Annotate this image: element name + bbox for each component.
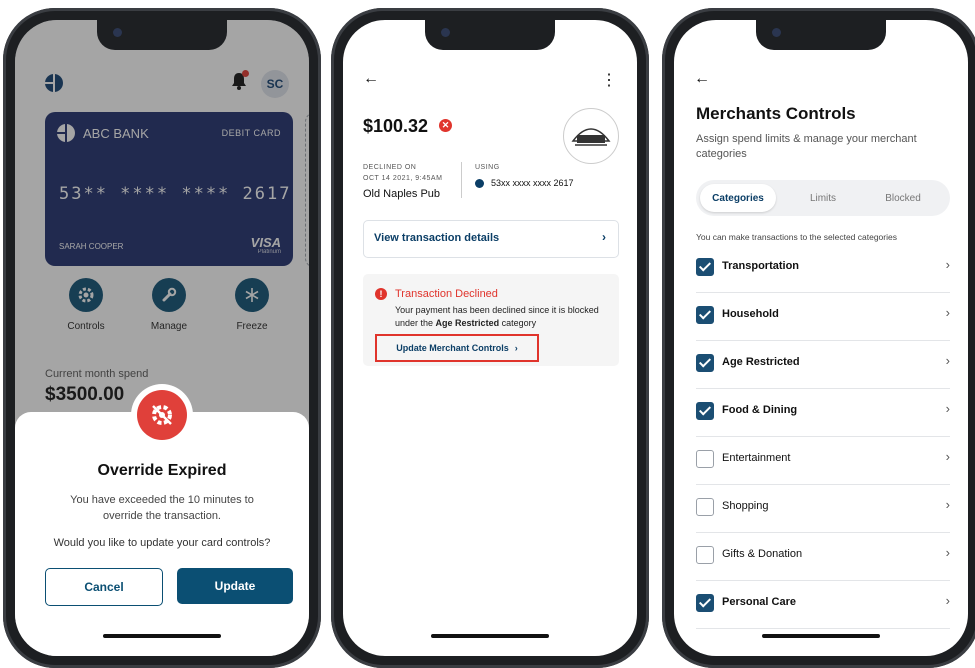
chevron-right-icon: ›: [602, 230, 606, 244]
back-arrow-icon[interactable]: ←: [694, 70, 710, 88]
phone-frame-2: ← ⋮ $100.32 ✕ DECLINED ON OCT 14 2021, 9…: [331, 8, 649, 668]
camera-notch: [425, 20, 555, 50]
category-row[interactable]: Entertainment ›: [696, 436, 950, 485]
category-checkbox[interactable]: [696, 306, 714, 324]
update-merchant-controls-label: Update Merchant Controls: [396, 343, 509, 353]
chevron-right-icon: ›: [945, 449, 950, 464]
category-checkbox[interactable]: [696, 450, 714, 468]
home-indicator[interactable]: [762, 634, 880, 638]
category-row[interactable]: Age Restricted ›: [696, 340, 950, 389]
modal-title: Override Expired: [97, 462, 227, 479]
category-name: Entertainment: [722, 452, 791, 464]
chevron-right-icon: ›: [945, 257, 950, 272]
category-name: Household: [722, 308, 779, 320]
category-checkbox[interactable]: [696, 354, 714, 372]
chevron-right-icon: ›: [945, 593, 950, 608]
update-button[interactable]: Update: [177, 568, 293, 604]
category-name: Personal Care: [722, 596, 796, 608]
alert-icon: !: [375, 288, 387, 300]
screen-merchant-controls: ← Merchants Controls Assign spend limits…: [674, 20, 968, 656]
category-row[interactable]: Personal Care ›: [696, 580, 950, 629]
category-row[interactable]: Food & Dining ›: [696, 388, 950, 437]
category-checkbox[interactable]: [696, 594, 714, 612]
alert-category: Age Restricted: [435, 318, 500, 328]
card-chip-icon: [475, 179, 484, 188]
category-name: Shopping: [722, 500, 769, 512]
meta-divider: [461, 162, 462, 198]
update-merchant-controls-link[interactable]: Update Merchant Controls ›: [375, 334, 539, 362]
alert-message: Your payment has been declined since it …: [395, 304, 611, 330]
declined-date: OCT 14 2021, 9:45AM: [363, 175, 443, 182]
category-name: Food & Dining: [722, 404, 798, 416]
camera-notch: [756, 20, 886, 50]
screen-transaction: ← ⋮ $100.32 ✕ DECLINED ON OCT 14 2021, 9…: [343, 20, 637, 656]
modal-message: You have exceeded the 10 minutes to over…: [70, 494, 254, 522]
home-indicator[interactable]: [431, 634, 549, 638]
category-checkbox[interactable]: [696, 402, 714, 420]
category-checkbox[interactable]: [696, 498, 714, 516]
home-indicator[interactable]: [103, 634, 221, 638]
transaction-amount: $100.32: [363, 116, 429, 136]
phone-frame-1: SC ABC BANK DEBIT CARD 53** **** **** 26…: [3, 8, 321, 668]
chevron-right-icon: ›: [945, 497, 950, 512]
tab-blocked[interactable]: Blocked: [868, 184, 938, 212]
chevron-right-icon: ›: [945, 305, 950, 320]
using-caption: USING: [475, 164, 500, 171]
category-row[interactable]: Shopping ›: [696, 484, 950, 533]
modal-question: Would you like to update your card contr…: [53, 537, 271, 549]
declined-alert: ! Transaction Declined Your payment has …: [363, 274, 619, 366]
category-row[interactable]: Household ›: [696, 292, 950, 341]
tab-categories[interactable]: Categories: [700, 184, 776, 212]
chevron-right-icon: ›: [945, 353, 950, 368]
camera-notch: [97, 20, 227, 50]
merchant-logo: [563, 108, 619, 164]
chevron-right-icon: ›: [945, 401, 950, 416]
back-arrow-icon[interactable]: ←: [363, 70, 379, 88]
view-details-label: View transaction details: [374, 232, 500, 244]
category-checkbox[interactable]: [696, 546, 714, 564]
category-checkbox[interactable]: [696, 258, 714, 276]
error-icon: ✕: [439, 119, 452, 132]
chevron-right-icon: ›: [514, 343, 518, 353]
view-transaction-details-button[interactable]: View transaction details ›: [363, 220, 619, 258]
blocked-gear-icon: [137, 390, 187, 440]
selection-hint: You can make transactions to the selecte…: [696, 232, 897, 242]
category-row[interactable]: Transportation ›: [696, 244, 950, 293]
phone-frame-3: ← Merchants Controls Assign spend limits…: [662, 8, 975, 668]
category-name: Age Restricted: [722, 356, 800, 368]
alert-title: Transaction Declined: [395, 288, 498, 300]
page-subtitle: Assign spend limits & manage your mercha…: [696, 133, 917, 160]
declined-on-caption: DECLINED ON: [363, 164, 417, 171]
merchant-name: Old Naples Pub: [363, 188, 441, 200]
tab-switcher: Categories Limits Blocked: [696, 180, 950, 216]
category-name: Transportation: [722, 260, 800, 272]
alert-message-suffix: category: [501, 318, 537, 328]
more-options-icon[interactable]: ⋮: [601, 70, 617, 90]
using-card-number: 53xx xxxx xxxx 2617: [491, 178, 574, 188]
page-title: Merchants Controls: [696, 104, 856, 123]
cancel-button[interactable]: Cancel: [45, 568, 163, 606]
category-name: Gifts & Donation: [722, 548, 803, 560]
chevron-right-icon: ›: [945, 545, 950, 560]
modal-icon-ring: [131, 384, 193, 446]
override-expired-sheet: [15, 412, 309, 656]
category-row[interactable]: Gifts & Donation ›: [696, 532, 950, 581]
screen-dashboard: SC ABC BANK DEBIT CARD 53** **** **** 26…: [15, 20, 309, 656]
tab-limits[interactable]: Limits: [788, 184, 858, 212]
